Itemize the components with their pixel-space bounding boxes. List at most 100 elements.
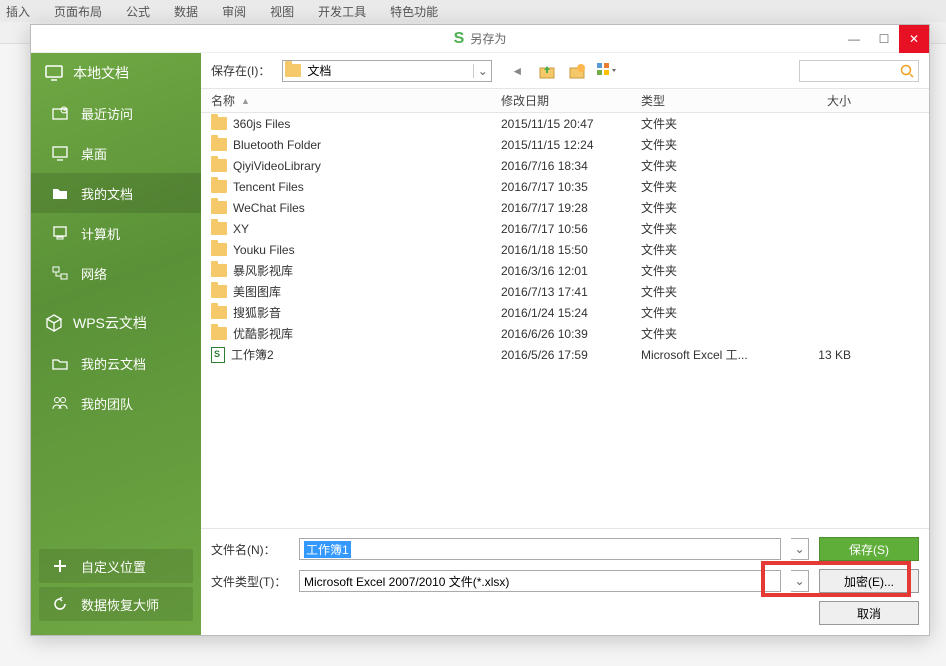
col-size[interactable]: 大小 bbox=[781, 92, 861, 109]
sidebar-item-label: 数据恢复大师 bbox=[81, 595, 159, 614]
file-date: 2016/7/13 17:41 bbox=[501, 285, 641, 299]
file-date: 2015/11/15 12:24 bbox=[501, 138, 641, 152]
sidebar-item-recent[interactable]: 最近访问 bbox=[31, 93, 201, 133]
sidebar-item-label: 网络 bbox=[81, 264, 107, 283]
search-input[interactable] bbox=[799, 60, 919, 82]
savein-value: 文档 bbox=[303, 62, 473, 79]
menu-special[interactable]: 特色功能 bbox=[390, 3, 438, 20]
sidebar-item-folder[interactable]: 我的文档 bbox=[31, 173, 201, 213]
file-row[interactable]: WeChat Files2016/7/17 19:28文件夹 bbox=[201, 197, 929, 218]
computer-icon bbox=[51, 224, 69, 242]
filetype-select[interactable]: Microsoft Excel 2007/2010 文件(*.xlsx) bbox=[299, 570, 781, 592]
file-date: 2016/3/16 12:01 bbox=[501, 264, 641, 278]
encrypt-button[interactable]: 加密(E)... bbox=[819, 569, 919, 593]
file-name: 360js Files bbox=[233, 117, 290, 131]
filename-input[interactable]: 工作簿1 bbox=[299, 538, 781, 560]
sidebar-item-team[interactable]: 我的团队 bbox=[31, 383, 201, 423]
sidebar-item-desktop[interactable]: 桌面 bbox=[31, 133, 201, 173]
dialog-title: 另存为 bbox=[470, 30, 506, 47]
toolbar: 保存在(I)： 文档 ⌄ ◄ bbox=[201, 53, 929, 89]
menu-data[interactable]: 数据 bbox=[174, 3, 198, 20]
menu-view[interactable]: 视图 bbox=[270, 3, 294, 20]
file-name: 优酷影视库 bbox=[233, 325, 293, 342]
view-menu-button[interactable] bbox=[596, 60, 618, 82]
titlebar: S 另存为 — ☐ ✕ bbox=[31, 25, 929, 53]
sidebar-item-cloud-folder[interactable]: 我的云文档 bbox=[31, 343, 201, 383]
maximize-button[interactable]: ☐ bbox=[869, 25, 899, 53]
sidebar-item-label: 我的团队 bbox=[81, 394, 133, 413]
folder-icon bbox=[283, 64, 303, 77]
sort-asc-icon: ▲ bbox=[241, 96, 250, 106]
savein-combo[interactable]: 文档 ⌄ bbox=[282, 60, 492, 82]
up-button[interactable] bbox=[536, 60, 558, 82]
close-button[interactable]: ✕ bbox=[899, 25, 929, 53]
app-logo-icon: S bbox=[454, 30, 465, 48]
file-date: 2016/6/26 10:39 bbox=[501, 327, 641, 341]
save-button[interactable]: 保存(S) bbox=[819, 537, 919, 561]
filename-dropdown[interactable]: ⌄ bbox=[791, 538, 809, 560]
file-list[interactable]: 360js Files2015/11/15 20:47文件夹 Bluetooth … bbox=[201, 113, 929, 528]
file-name: 工作簿2 bbox=[231, 346, 274, 363]
filetype-label: 文件类型(T)： bbox=[211, 573, 289, 590]
sidebar-item-label: 我的文档 bbox=[81, 184, 133, 203]
file-name: Bluetooth Folder bbox=[233, 138, 321, 152]
chevron-down-icon[interactable]: ⌄ bbox=[473, 64, 491, 78]
file-date: 2016/1/18 15:50 bbox=[501, 243, 641, 257]
folder-icon bbox=[211, 285, 227, 298]
sidebar-item-label: 桌面 bbox=[81, 144, 107, 163]
minimize-button[interactable]: — bbox=[839, 25, 869, 53]
file-row[interactable]: 搜狐影音2016/1/24 15:24文件夹 bbox=[201, 302, 929, 323]
file-row[interactable]: QiyiVideoLibrary2016/7/16 18:34文件夹 bbox=[201, 155, 929, 176]
file-name: 暴风影视库 bbox=[233, 262, 293, 279]
sidebar-item-refresh[interactable]: 数据恢复大师 bbox=[39, 587, 193, 621]
menu-review[interactable]: 审阅 bbox=[222, 3, 246, 20]
cloud-folder-icon bbox=[51, 354, 69, 372]
sidebar-header-label: 本地文档 bbox=[73, 63, 129, 83]
sidebar-cloud-header: WPS云文档 bbox=[31, 303, 201, 343]
folder-icon bbox=[211, 222, 227, 235]
file-row[interactable]: 工作簿22016/5/26 17:59Microsoft Excel 工...1… bbox=[201, 344, 929, 365]
file-date: 2016/5/26 17:59 bbox=[501, 348, 641, 362]
sidebar-item-plus[interactable]: 自定义位置 bbox=[39, 549, 193, 583]
search-icon bbox=[900, 64, 914, 78]
col-name[interactable]: 名称▲ bbox=[201, 92, 501, 109]
desktop-icon bbox=[51, 144, 69, 162]
file-row[interactable]: XY2016/7/17 10:56文件夹 bbox=[201, 218, 929, 239]
network-icon bbox=[51, 264, 69, 282]
file-name: Youku Files bbox=[233, 243, 295, 257]
sidebar-item-network[interactable]: 网络 bbox=[31, 253, 201, 293]
filetype-dropdown[interactable]: ⌄ bbox=[791, 570, 809, 592]
file-row[interactable]: Bluetooth Folder2015/11/15 12:24文件夹 bbox=[201, 134, 929, 155]
file-row[interactable]: 美图图库2016/7/13 17:41文件夹 bbox=[201, 281, 929, 302]
file-row[interactable]: 优酷影视库2016/6/26 10:39文件夹 bbox=[201, 323, 929, 344]
file-row[interactable]: Tencent Files2016/7/17 10:35文件夹 bbox=[201, 176, 929, 197]
main-panel: 保存在(I)： 文档 ⌄ ◄ bbox=[201, 53, 929, 635]
menu-formula[interactable]: 公式 bbox=[126, 3, 150, 20]
col-date[interactable]: 修改日期 bbox=[501, 92, 641, 109]
file-date: 2016/7/17 10:35 bbox=[501, 180, 641, 194]
sidebar-item-computer[interactable]: 计算机 bbox=[31, 213, 201, 253]
new-folder-button[interactable] bbox=[566, 60, 588, 82]
list-header: 名称▲ 修改日期 类型 大小 bbox=[201, 89, 929, 113]
file-name: QiyiVideoLibrary bbox=[233, 159, 321, 173]
col-type[interactable]: 类型 bbox=[641, 92, 781, 109]
sidebar-item-label: 自定义位置 bbox=[81, 557, 146, 576]
sidebar-item-label: 计算机 bbox=[81, 224, 120, 243]
menu-layout[interactable]: 页面布局 bbox=[54, 3, 102, 20]
menu-devtools[interactable]: 开发工具 bbox=[318, 3, 366, 20]
file-row[interactable]: 暴风影视库 2016/3/16 12:01文件夹 bbox=[201, 260, 929, 281]
file-type: 文件夹 bbox=[641, 262, 781, 279]
file-name: 美图图库 bbox=[233, 283, 281, 300]
file-type: 文件夹 bbox=[641, 220, 781, 237]
cancel-button[interactable]: 取消 bbox=[819, 601, 919, 625]
monitor-icon bbox=[45, 64, 63, 82]
file-row[interactable]: 360js Files2015/11/15 20:47文件夹 bbox=[201, 113, 929, 134]
folder-icon bbox=[211, 138, 227, 151]
plus-icon bbox=[51, 557, 69, 575]
sidebar-item-label: 最近访问 bbox=[81, 104, 133, 123]
back-button[interactable]: ◄ bbox=[506, 60, 528, 82]
file-row[interactable]: Youku Files2016/1/18 15:50文件夹 bbox=[201, 239, 929, 260]
menu-insert[interactable]: 插入 bbox=[6, 3, 30, 20]
sidebar: 本地文档 最近访问桌面我的文档计算机网络 WPS云文档 我的云文档我的团队 自定… bbox=[31, 53, 201, 635]
folder-icon bbox=[211, 264, 227, 277]
